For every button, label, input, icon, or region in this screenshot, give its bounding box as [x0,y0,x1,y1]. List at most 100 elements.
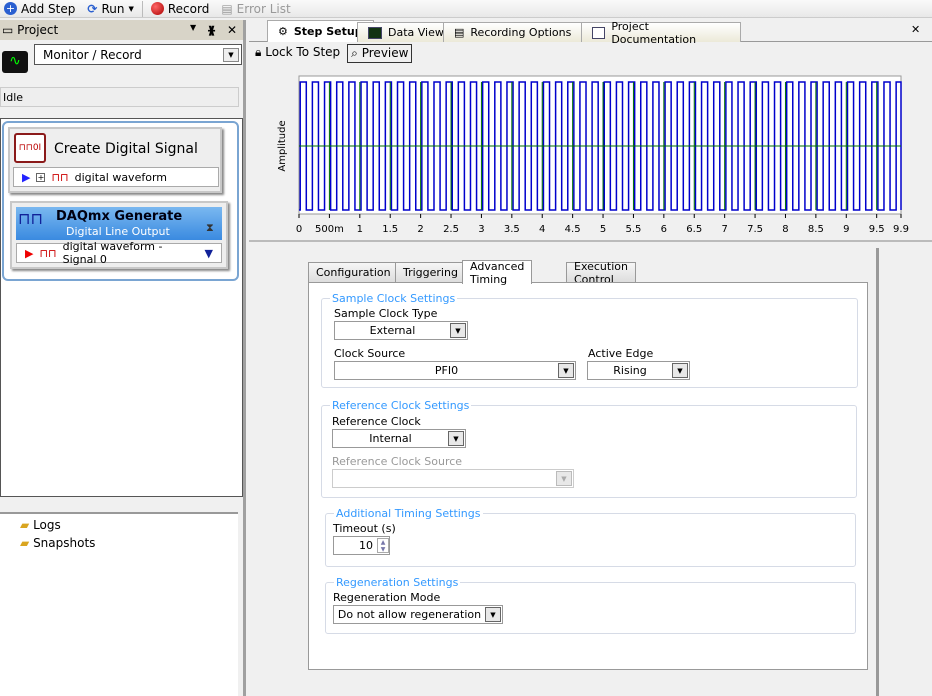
chevron-down-icon: ▼ [485,607,501,622]
x-tick-label: 1.5 [382,224,398,235]
project-panel-header: ▭ Project ▼ ᚕ ✕ [0,20,243,40]
x-tick-label: 7.5 [747,224,763,235]
x-tick-label: 6.5 [686,224,702,235]
x-tick-label: 0 [296,224,302,235]
folder-camera-icon: ▰ [20,536,30,550]
tree-item-logs[interactable]: ▰ Logs [20,518,61,532]
x-tick-label: 2.5 [443,224,459,235]
chevron-down-icon: ▼ [128,4,134,13]
chevron-down-icon: ▼ [223,47,239,62]
chevron-down-icon[interactable]: ▼ [205,247,213,260]
tab-advanced-timing[interactable]: Advanced Timing [462,260,533,286]
tab-data-view[interactable]: Data View [357,22,455,42]
output-arrow-icon: ▶ [22,170,31,184]
input-arrow-icon: ▶ [25,246,34,260]
x-tick-label: 9 [843,224,849,235]
error-list-icon: ▤ [221,1,233,16]
x-tick-label: 4 [539,224,545,235]
close-icon[interactable]: ✕ [227,23,237,37]
digital-waveform-icon: ⊓⊓ [51,170,69,184]
y-axis-label: Amplitude [277,120,288,171]
step-title: Create Digital Signal [54,141,198,157]
chevron-down-icon: ▼ [448,431,464,446]
reference-clock-select[interactable]: Internal ▼ [332,429,466,448]
group-title: Additional Timing Settings [336,507,481,520]
lock-to-step-button[interactable]: 🔒︎ Lock To Step [252,44,343,63]
x-tick-label: 3 [478,224,484,235]
splitter[interactable] [249,240,932,242]
additional-timing-group: Additional Timing Settings [325,507,856,567]
mode-select[interactable]: Monitor / Record ▼ [34,44,242,65]
group-title: Sample Clock Settings [332,292,456,305]
preview-button[interactable]: ⌕ Preview [347,44,413,63]
pin-icon[interactable]: ᚕ [208,23,215,37]
add-step-button[interactable]: + Add Step [0,0,79,18]
clock-source-select[interactable]: PFI0 ▼ [334,361,576,380]
step-output[interactable]: ▶ + ⊓⊓ digital waveform [13,167,219,187]
chevron-down-icon: ▼ [450,323,466,338]
x-tick-label: 6 [661,224,667,235]
waveform-icon: ∿ [2,51,28,73]
tab-bar: ⚙ Step Setup Data View ▤ Recording Options… [249,20,932,46]
step-create-digital-signal[interactable]: ⊓⊓0I Create Digital Signal ▶ + ⊓⊓ digital w… [8,127,222,193]
lock-icon: 🔒︎ [255,45,262,59]
panel-border [876,248,879,696]
project-tree: ▰ Logs ▰ Snapshots [0,512,238,696]
x-tick-label: 9.9 [893,224,909,235]
plus-icon: + [4,2,17,15]
advanced-timing-panel: Sample Clock Settings Sample Clock Type … [308,282,868,670]
x-tick-label: 1 [357,224,363,235]
step-toolbar: 🔒︎ Lock To Step ⌕ Preview [252,44,413,63]
expand-icon[interactable]: + [36,172,46,182]
active-edge-label: Active Edge [588,347,654,360]
tree-item-snapshots[interactable]: ▰ Snapshots [20,536,95,550]
project-panel: ▭ Project ▼ ᚕ ✕ ∿ Monitor / Record ▼ Idle ⊓… [0,20,246,696]
record-button[interactable]: Record [147,0,213,18]
refresh-icon: ⟳ [87,1,98,16]
main-toolbar: + Add Step ⟳ Run ▼ Record ▤ Error List [0,0,932,18]
timeout-label: Timeout (s) [333,522,396,535]
reference-clock-source-label: Reference Clock Source [332,455,463,468]
reference-clock-label: Reference Clock [332,415,421,428]
project-icon: ▭ [2,23,14,37]
folder-icon: ▰ [20,518,30,532]
x-tick-label: 5 [600,224,606,235]
x-tick-label: 8.5 [808,224,824,235]
record-icon [150,2,164,15]
tab-project-documentation[interactable]: Project Documentation [581,20,741,46]
step-input[interactable]: ▶ ⊓⊓ digital waveform - Signal 0 ▼ [16,240,222,266]
tab-recording-options[interactable]: ▤ Recording Options [443,22,583,42]
x-tick-label: 500m [315,224,344,235]
recording-options-icon: ▤ [454,26,465,39]
regeneration-mode-select[interactable]: Do not allow regeneration ▼ [333,605,503,624]
run-button[interactable]: ⟳ Run ▼ [83,0,137,18]
dropdown-icon[interactable]: ▼ [190,23,196,37]
spinner-icon[interactable]: ▲ ▼ [377,538,389,553]
step-setup-icon: ⚙ [278,25,288,38]
magnifier-icon: ⌕ [351,46,358,60]
sample-clock-type-select[interactable]: External ▼ [334,321,468,340]
sample-clock-type-label: Sample Clock Type [334,307,438,320]
timeout-input[interactable]: 10 ▲ ▼ [333,536,390,555]
step-daqmx-generate[interactable]: ⊓⊓ DAQmx Generate Digital Line Output ⧗ … [10,201,228,269]
tab-configuration[interactable]: Configuration [308,262,399,283]
data-view-icon [368,26,382,39]
step-title: DAQmx Generate [56,209,183,224]
group-title: Reference Clock Settings [332,399,470,412]
digital-signal-icon: ⊓⊓0I [14,133,46,163]
x-tick-label: 3.5 [504,224,520,235]
tab-execution-control[interactable]: Execution Control [566,260,636,286]
x-tick-label: 2 [417,224,423,235]
step-area: ⊓⊓0I Create Digital Signal ▶ + ⊓⊓ digital w… [0,118,243,497]
hourglass-icon: ⧗ [206,221,214,234]
tab-triggering[interactable]: Triggering [395,262,466,283]
active-edge-select[interactable]: Rising ▼ [587,361,690,380]
step-header: ⊓⊓ DAQmx Generate Digital Line Output ⧗ [16,207,222,240]
chevron-down-icon: ▼ [556,471,572,486]
close-icon[interactable]: ✕ [911,23,920,36]
x-tick-label: 8 [782,224,788,235]
x-tick-label: 9.5 [869,224,885,235]
chevron-down-icon: ▼ [672,363,688,378]
reference-clock-source-select[interactable]: ▼ [332,469,574,488]
error-list-button[interactable]: ▤ Error List [217,0,294,18]
